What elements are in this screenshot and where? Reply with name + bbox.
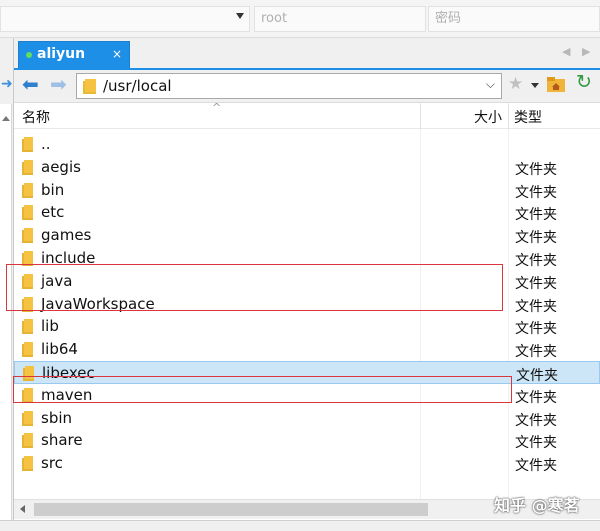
file-type: 文件夹	[515, 458, 557, 475]
host-combo[interactable]	[0, 6, 250, 32]
file-type: 文件夹	[515, 412, 557, 429]
column-divider[interactable]	[508, 103, 509, 129]
file-type: 文件夹	[515, 161, 557, 178]
path-text: /usr/local	[103, 77, 172, 95]
file-row[interactable]: etc 文件夹	[14, 201, 600, 224]
forward-arrow-icon[interactable]: ➡	[50, 72, 67, 96]
file-name: aegis	[41, 157, 81, 176]
back-arrow-icon[interactable]: ⬅	[22, 72, 39, 96]
file-row[interactable]: games 文件夹	[14, 224, 600, 247]
file-row[interactable]: sbin 文件夹	[14, 407, 600, 430]
file-name: lib64	[41, 340, 78, 359]
file-row[interactable]: ..	[14, 133, 600, 156]
file-type: 文件夹	[515, 321, 557, 338]
file-name: games	[41, 226, 92, 245]
file-name: lib	[41, 317, 59, 336]
file-row[interactable]: src 文件夹	[14, 452, 600, 475]
username-field[interactable]: root	[254, 6, 426, 32]
bookmark-star-icon[interactable]: ★	[508, 74, 523, 94]
connection-status-icon	[26, 52, 32, 58]
tab-label: aliyun	[37, 46, 86, 62]
file-type: 文件夹	[515, 184, 557, 201]
file-type: 文件夹	[516, 368, 558, 384]
file-row[interactable]: lib64 文件夹	[14, 338, 600, 361]
folder-icon	[22, 319, 33, 335]
file-name: bin	[41, 180, 65, 199]
file-type: 文件夹	[515, 435, 557, 452]
folder-icon	[83, 79, 96, 94]
password-field[interactable]: 密码	[428, 6, 600, 32]
connection-bar: root 密码	[0, 0, 600, 38]
file-row[interactable]: bin 文件夹	[14, 179, 600, 202]
address-toolbar: ⬅ ➡ /usr/local ⌵ ★ ↻	[14, 68, 600, 102]
refresh-icon[interactable]: ↻	[576, 71, 592, 93]
file-row[interactable]: aegis 文件夹	[14, 156, 600, 179]
watermark: 知乎 @寒茗	[494, 496, 580, 515]
folder-icon	[22, 342, 33, 358]
scroll-left-icon[interactable]	[20, 505, 25, 513]
file-type: 文件夹	[515, 230, 557, 247]
path-combo[interactable]: /usr/local ⌵	[76, 73, 502, 99]
file-type: 文件夹	[515, 275, 557, 292]
status-strip	[0, 520, 600, 531]
local-scrollbar[interactable]	[0, 104, 12, 531]
folder-icon	[22, 433, 33, 449]
folder-icon	[22, 456, 33, 472]
column-divider[interactable]	[420, 103, 421, 129]
chevron-down-icon[interactable]: ⌵	[486, 77, 495, 92]
file-row[interactable]: share 文件夹	[14, 429, 600, 452]
sort-ascending-icon: ^	[212, 101, 222, 114]
file-name: src	[41, 454, 63, 473]
list-header: ^ 名称 大小 类型	[14, 101, 600, 129]
file-name: ..	[41, 135, 51, 153]
scrollbar-thumb[interactable]	[34, 503, 428, 516]
home-folder-icon[interactable]	[546, 75, 566, 93]
folder-icon	[22, 159, 33, 175]
column-header-size[interactable]: 大小	[474, 107, 502, 127]
file-name: sbin	[41, 408, 73, 427]
tab-scroll-left-icon[interactable]: ◀	[562, 45, 570, 58]
column-header-name[interactable]: 名称	[22, 107, 50, 127]
close-icon[interactable]: ×	[112, 47, 122, 61]
file-name: etc	[41, 203, 65, 222]
file-type: 文件夹	[515, 207, 557, 224]
folder-icon	[22, 205, 33, 221]
column-header-type[interactable]: 类型	[514, 107, 542, 127]
local-forward-icon[interactable]: ➜	[1, 76, 13, 92]
folder-icon	[22, 137, 33, 152]
file-type: 文件夹	[515, 344, 557, 361]
folder-icon	[22, 228, 33, 244]
tab-aliyun[interactable]: aliyun ×	[18, 41, 130, 68]
file-type: 文件夹	[515, 298, 557, 315]
host-dropdown-icon[interactable]	[236, 13, 244, 19]
tab-strip: aliyun × ◀ ▶	[14, 38, 600, 68]
folder-icon	[22, 410, 33, 426]
tab-scroll-right-icon[interactable]: ▶	[582, 45, 590, 58]
folder-icon	[22, 182, 33, 198]
remote-file-list: ^ 名称 大小 类型 .. aegis 文件夹 bin 文件夹 etc 文件夹 games 文件…	[14, 101, 600, 520]
bookmark-dropdown-icon[interactable]	[531, 83, 539, 88]
annotation-box-maven	[13, 376, 512, 403]
file-type: 文件夹	[515, 253, 557, 269]
file-type: 文件夹	[515, 389, 557, 406]
file-name: share	[41, 431, 83, 450]
scroll-up-icon[interactable]	[2, 116, 10, 121]
annotation-box-java	[6, 264, 503, 311]
file-row[interactable]: lib 文件夹	[14, 315, 600, 338]
